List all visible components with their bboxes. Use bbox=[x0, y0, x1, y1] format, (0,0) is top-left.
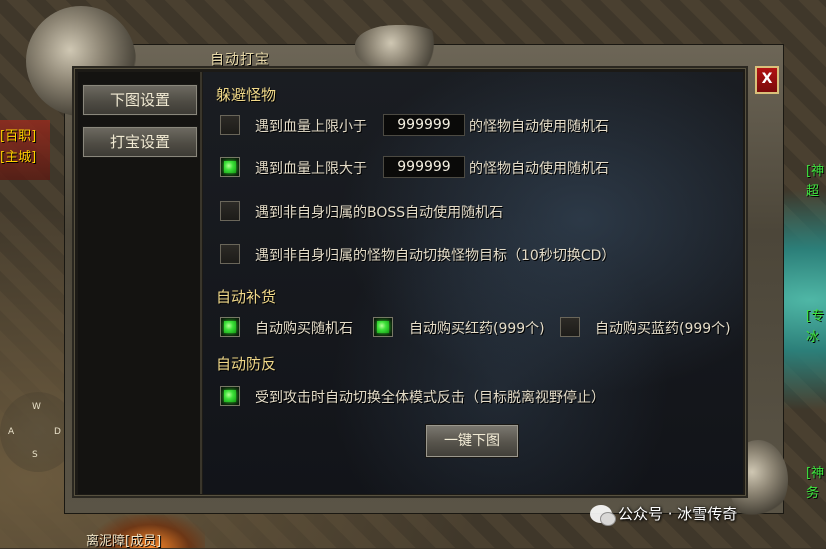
world-label-bottom: 离泥障[成员] bbox=[86, 534, 162, 549]
section-heading-avoid-monster: 躲避怪物 bbox=[216, 86, 277, 104]
label-hp-above-prefix: 遇到血量上限大于 bbox=[255, 161, 367, 177]
checkbox-boss-random-stone[interactable] bbox=[220, 201, 240, 221]
checkbox-switch-target[interactable] bbox=[220, 244, 240, 264]
checkbox-buy-blue-potion[interactable] bbox=[560, 317, 580, 337]
wechat-icon bbox=[590, 505, 616, 526]
compass-e: D bbox=[54, 427, 61, 437]
world-label-right-5: [神 bbox=[806, 466, 825, 481]
world-label-left-1: [百职] bbox=[0, 129, 37, 144]
tab-treasure-settings[interactable]: 打宝设置 bbox=[82, 126, 198, 158]
world-label-right-1: [神 bbox=[806, 164, 825, 179]
checkbox-auto-counter[interactable] bbox=[220, 386, 240, 406]
section-heading-auto-counter: 自动防反 bbox=[216, 355, 277, 373]
input-hp-above-value[interactable]: 999999 bbox=[383, 156, 465, 178]
checkbox-hp-below[interactable] bbox=[220, 115, 240, 135]
label-buy-random-stone: 自动购买随机石 bbox=[255, 321, 353, 337]
checkbox-buy-random-stone[interactable] bbox=[220, 317, 240, 337]
world-label-right-6: 务 bbox=[806, 486, 820, 501]
one-click-descend-button[interactable]: 一键下图 bbox=[425, 424, 519, 458]
label-hp-below-prefix: 遇到血量上限小于 bbox=[255, 119, 367, 135]
close-button[interactable]: X bbox=[755, 66, 779, 94]
label-hp-above-suffix: 的怪物自动使用随机石 bbox=[469, 161, 609, 177]
dragon-ornament-top bbox=[355, 25, 445, 70]
label-auto-counter: 受到攻击时自动切换全体模式反击（目标脱离视野停止） bbox=[255, 390, 605, 406]
world-label-right-3: [专 bbox=[806, 309, 825, 324]
label-boss-random-stone: 遇到非自身归属的BOSS自动使用随机石 bbox=[255, 205, 504, 221]
checkbox-hp-above[interactable] bbox=[220, 157, 240, 177]
world-label-right-4: 冰 bbox=[806, 330, 820, 345]
label-buy-red-potion: 自动购买红药(999个) bbox=[409, 321, 545, 337]
input-hp-below-value[interactable]: 999999 bbox=[383, 114, 465, 136]
checkbox-buy-red-potion[interactable] bbox=[373, 317, 393, 337]
label-switch-target: 遇到非自身归属的怪物自动切换怪物目标（10秒切换CD） bbox=[255, 248, 616, 264]
label-hp-below-suffix: 的怪物自动使用随机石 bbox=[469, 119, 609, 135]
world-label-right-2: 超 bbox=[806, 184, 820, 199]
watermark-text: 公众号 · 冰雪传奇 bbox=[618, 505, 738, 523]
compass-w: A bbox=[8, 427, 15, 437]
compass-n: W bbox=[32, 402, 41, 412]
compass-s: S bbox=[32, 450, 38, 460]
world-label-left-2: [主城] bbox=[0, 150, 37, 165]
tab-map-settings[interactable]: 下图设置 bbox=[82, 84, 198, 116]
label-buy-blue-potion: 自动购买蓝药(999个) bbox=[595, 321, 731, 337]
section-heading-auto-supply: 自动补货 bbox=[216, 288, 277, 306]
